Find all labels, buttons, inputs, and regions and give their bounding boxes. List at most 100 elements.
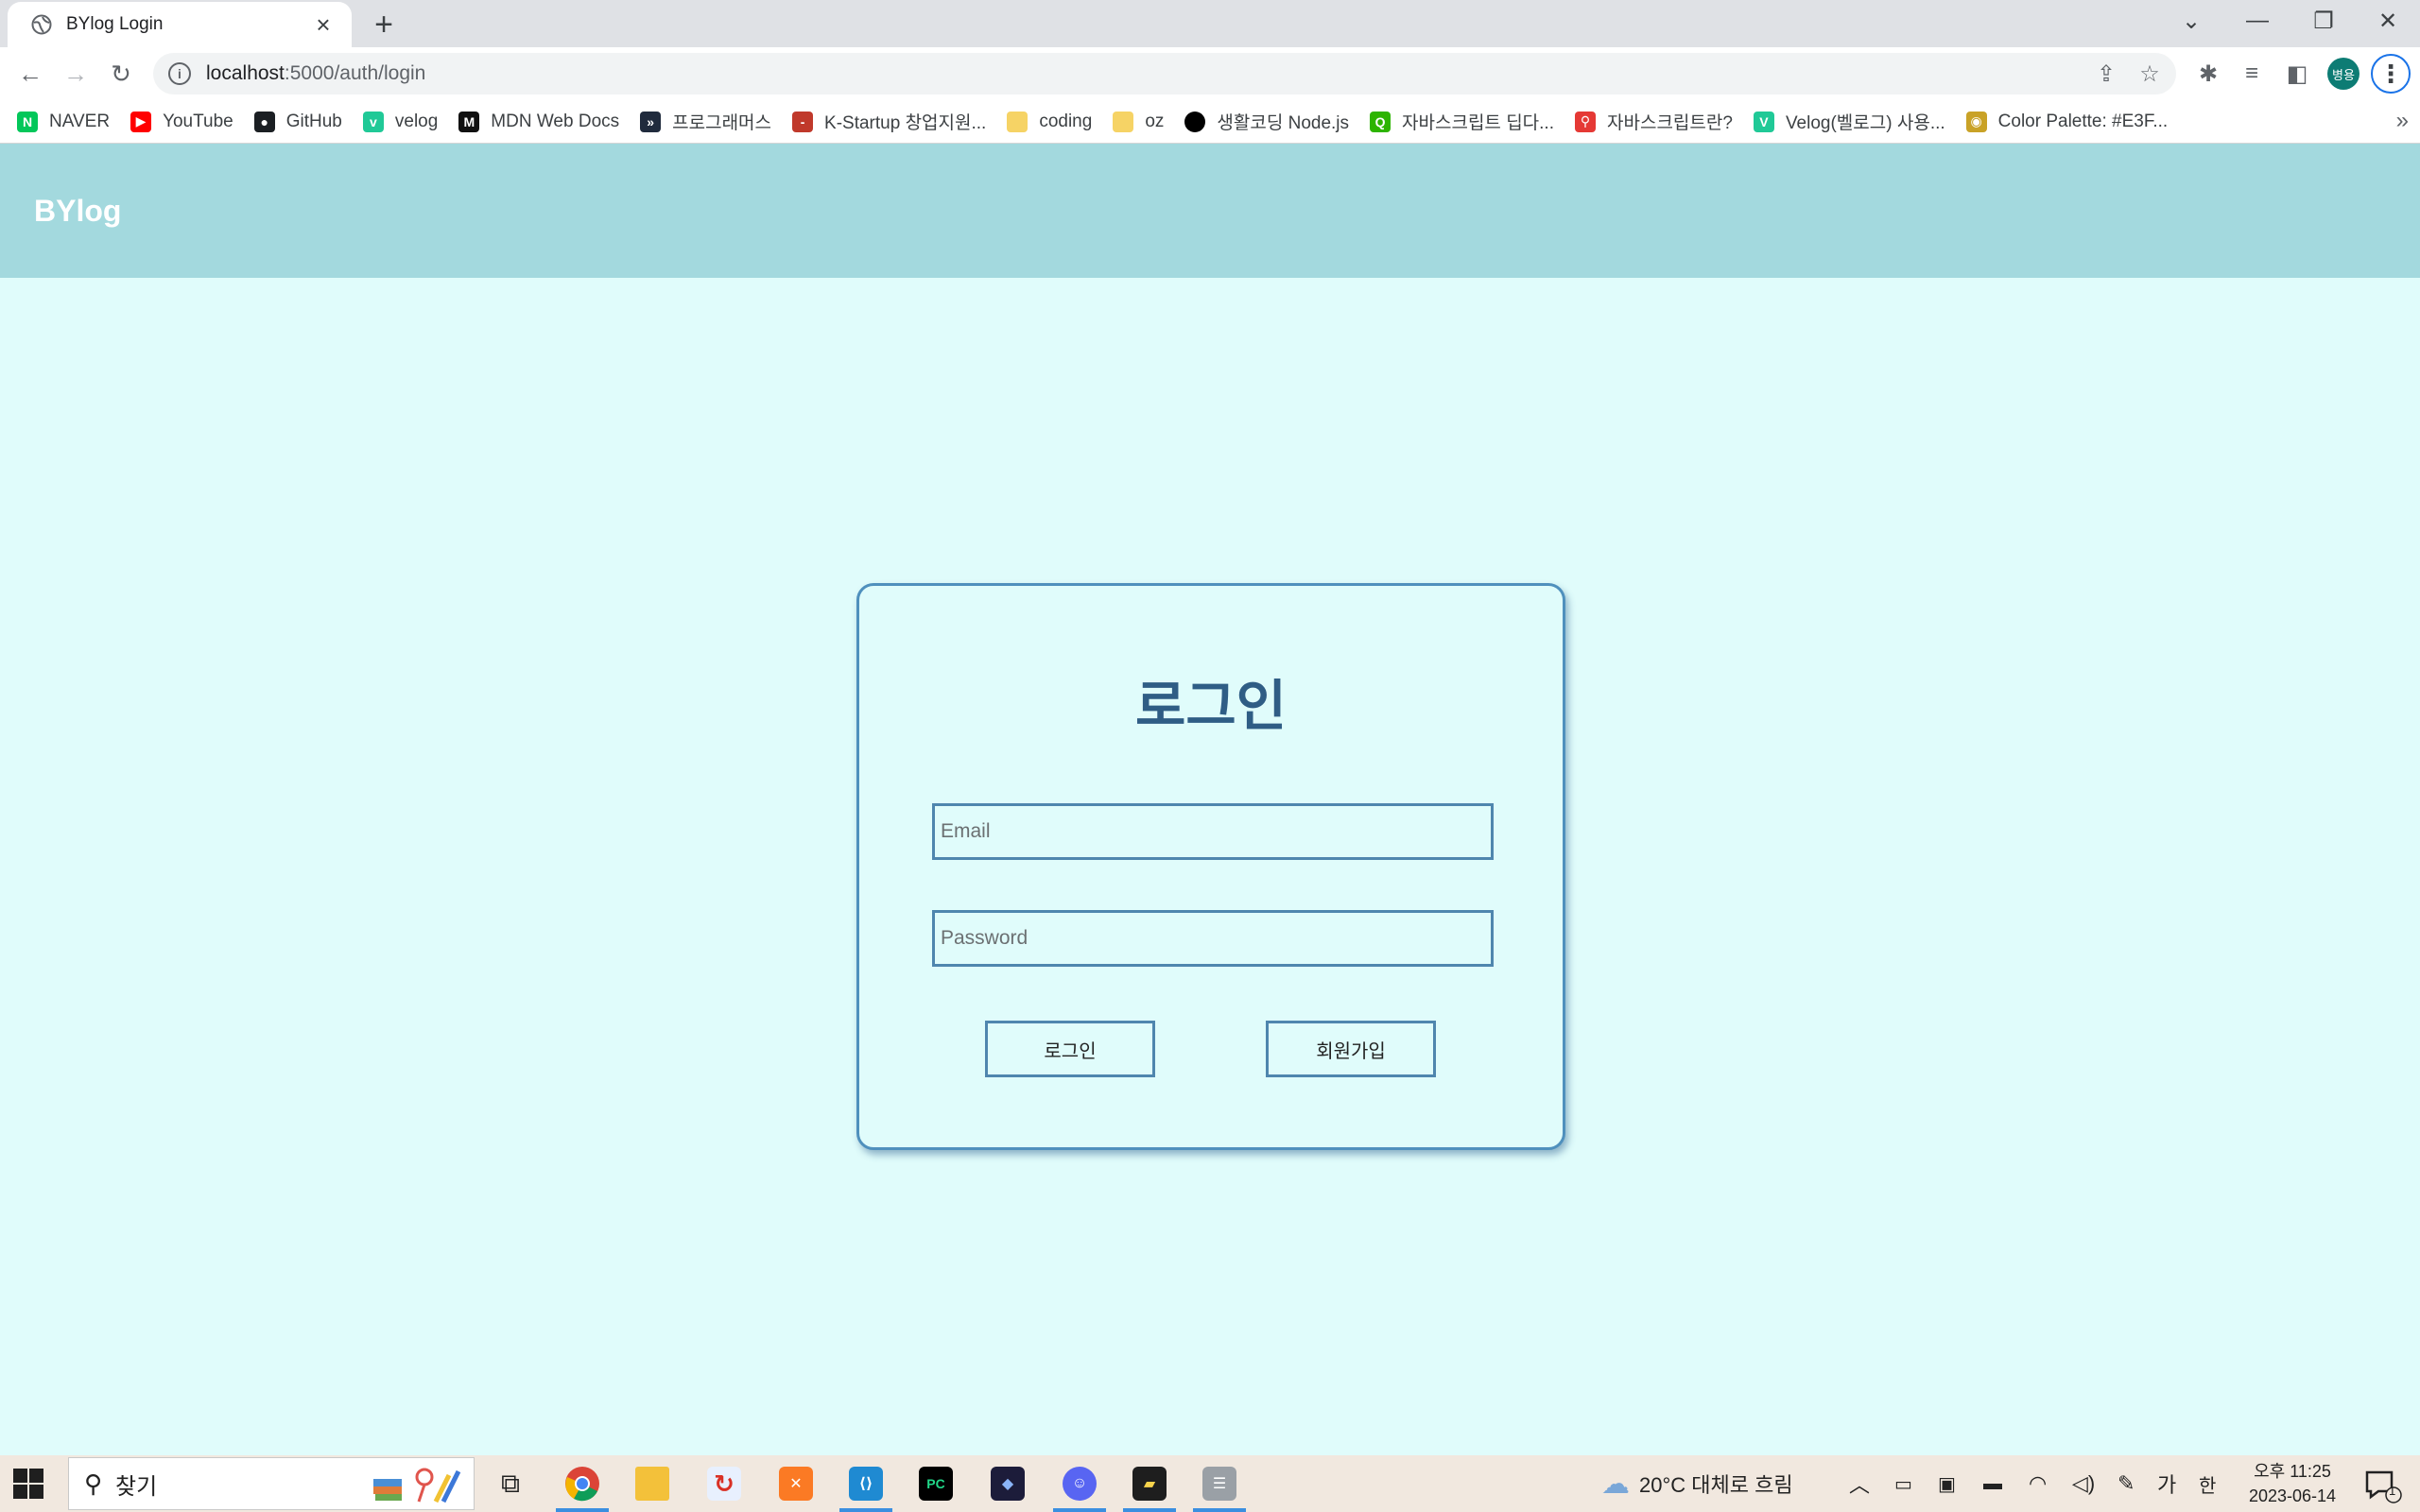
minimize-button[interactable]: — bbox=[2225, 0, 2290, 42]
windows-start-icon[interactable] bbox=[13, 1469, 43, 1499]
password-input[interactable] bbox=[932, 910, 1494, 967]
bookmark-label: 자바스크립트 딥다... bbox=[1402, 113, 1554, 133]
login-form: 로그인 로그인 회원가입 bbox=[856, 583, 1565, 1150]
opentutorials-icon bbox=[1184, 111, 1206, 132]
tower-icon: ⚲ bbox=[1575, 111, 1596, 132]
signup-button[interactable]: 회원가입 bbox=[1266, 1021, 1436, 1077]
chrome-taskbar-icon[interactable] bbox=[554, 1459, 611, 1512]
bookmark-item[interactable]: Q 자바스크립트 딥다... bbox=[1370, 109, 1554, 134]
back-button[interactable]: ← bbox=[13, 57, 47, 91]
side-panel-icon[interactable]: ◧ bbox=[2280, 57, 2314, 91]
notification-center-icon[interactable]: 1 bbox=[2361, 1467, 2403, 1504]
bookmark-label: 생활코딩 Node.js bbox=[1217, 113, 1350, 133]
bookmark-label: Velog(벨로그) 사용... bbox=[1785, 113, 1945, 133]
share-icon[interactable]: ⇪ bbox=[2089, 57, 2123, 91]
volume-icon[interactable]: ◁) bbox=[2072, 1455, 2095, 1512]
ime-mode-indicator[interactable]: 한 bbox=[2199, 1455, 2216, 1512]
database-icon[interactable]: ☰ bbox=[1191, 1459, 1248, 1512]
reload-button[interactable]: ↻ bbox=[104, 57, 138, 91]
folder-icon bbox=[1007, 111, 1028, 132]
bookmark-item[interactable]: oz bbox=[1113, 111, 1165, 132]
bookmark-item[interactable]: v velog bbox=[362, 111, 439, 132]
globe-icon bbox=[28, 11, 55, 38]
notes-app-icon[interactable]: ◆ bbox=[979, 1459, 1036, 1508]
sticky-notes-icon[interactable]: ▰ bbox=[1121, 1459, 1178, 1512]
task-view-icon[interactable]: ⧉ bbox=[482, 1459, 539, 1508]
bookmark-star-icon[interactable]: ☆ bbox=[2133, 57, 2167, 91]
browser-tab-active[interactable]: BYlog Login × bbox=[8, 2, 352, 47]
taskbar-search-box[interactable]: ⚲ 찾기 bbox=[68, 1457, 475, 1510]
velog-icon: v bbox=[362, 111, 384, 132]
folder-icon bbox=[1113, 111, 1134, 132]
site-logo[interactable]: BYlog bbox=[34, 194, 121, 229]
browser-menu-icon[interactable]: ⋮ bbox=[2371, 54, 2411, 94]
extensions-icon[interactable]: ✱ bbox=[2191, 57, 2225, 91]
bookmark-item[interactable]: coding bbox=[1007, 111, 1093, 132]
bookmark-item[interactable]: ▶ YouTube bbox=[130, 111, 233, 132]
clock-date: 2023-06-14 bbox=[2248, 1486, 2337, 1505]
file-explorer-icon[interactable] bbox=[624, 1459, 681, 1508]
bookmark-label: velog bbox=[394, 111, 439, 131]
bookmark-item[interactable]: ◉ Color Palette: #E3F... bbox=[1965, 111, 2169, 132]
restore-button[interactable]: ❐ bbox=[2291, 0, 2356, 42]
meet-now-icon[interactable]: ▭ bbox=[1894, 1455, 1912, 1512]
weather-widget[interactable]: ☁ 20°C 대체로 흐림 bbox=[1601, 1455, 1793, 1512]
bookmark-label: YouTube bbox=[163, 111, 233, 131]
bookmark-label: Color Palette: #E3F... bbox=[1997, 111, 2169, 131]
bookmark-label: GitHub bbox=[285, 111, 342, 131]
discord-icon[interactable]: ☺ bbox=[1051, 1459, 1108, 1512]
weather-text: 20°C 대체로 흐림 bbox=[1639, 1473, 1793, 1497]
show-hidden-icons-chevron-icon[interactable]: ︿ bbox=[1849, 1455, 1870, 1512]
bookmarks-overflow-icon[interactable]: » bbox=[2396, 108, 2409, 134]
pen-icon[interactable]: ✎ bbox=[2118, 1455, 2135, 1512]
vscode-icon[interactable]: ⟨⟩ bbox=[838, 1459, 894, 1512]
palette-icon: ◉ bbox=[1965, 111, 1987, 132]
forward-button[interactable]: → bbox=[59, 57, 93, 91]
app-tray-icon[interactable]: ▣ bbox=[1938, 1455, 1956, 1512]
new-tab-button[interactable]: + bbox=[367, 7, 401, 43]
url-text[interactable]: localhost:5000/auth/login bbox=[206, 62, 425, 85]
media-control-icon[interactable]: ≡ bbox=[2235, 57, 2269, 91]
bookmark-item[interactable]: ● GitHub bbox=[253, 111, 342, 132]
bookmark-item[interactable]: N NAVER bbox=[17, 111, 111, 132]
tab-strip: BYlog Login × + ⌄ — ❐ ✕ bbox=[0, 0, 2420, 47]
sync-app-icon[interactable]: ↻ bbox=[696, 1459, 752, 1508]
clock-time: 오후 11:25 bbox=[2254, 1462, 2331, 1481]
search-highlight-art-icon bbox=[373, 1468, 461, 1503]
bookmark-label: oz bbox=[1145, 111, 1165, 131]
bookmarks-bar: N NAVER ▶ YouTube ● GitHub v velog M MDN Web Docs… bbox=[0, 100, 2420, 144]
wifi-icon[interactable]: ◠ bbox=[2029, 1455, 2047, 1512]
mdn-icon: M bbox=[458, 111, 480, 132]
email-input[interactable] bbox=[932, 803, 1494, 860]
bookmark-item[interactable]: ⚲ 자바스크립트란? bbox=[1575, 109, 1733, 134]
battery-icon[interactable]: ▬ bbox=[1983, 1455, 2002, 1512]
bookmark-label: 프로그래머스 bbox=[672, 113, 772, 133]
profile-avatar[interactable]: 병용 bbox=[2327, 58, 2360, 90]
bookmark-label: 자바스크립트란? bbox=[1607, 113, 1733, 133]
bookmark-item[interactable]: » 프로그래머스 bbox=[640, 109, 771, 134]
close-window-button[interactable]: ✕ bbox=[2356, 0, 2420, 42]
github-icon: ● bbox=[253, 111, 275, 132]
bookmark-label: K-Startup 창업지원... bbox=[824, 113, 987, 133]
search-result-icon: Q bbox=[1370, 111, 1392, 132]
site-info-icon[interactable]: i bbox=[168, 62, 191, 85]
bookmark-item[interactable]: V Velog(벨로그) 사용... bbox=[1753, 109, 1945, 134]
xampp-icon[interactable]: ✕ bbox=[768, 1459, 824, 1508]
bookmark-label: MDN Web Docs bbox=[491, 111, 620, 131]
address-bar[interactable]: i localhost:5000/auth/login bbox=[153, 53, 2176, 94]
bookmark-item[interactable]: M MDN Web Docs bbox=[458, 111, 620, 132]
login-title: 로그인 bbox=[1134, 674, 1288, 738]
bookmark-item[interactable]: - K-Startup 창업지원... bbox=[792, 109, 986, 134]
bookmark-label: coding bbox=[1039, 111, 1093, 131]
tab-close-icon[interactable]: × bbox=[310, 10, 337, 39]
pycharm-icon[interactable]: PC bbox=[908, 1459, 964, 1508]
taskbar-clock[interactable]: 오후 11:25 2023-06-14 bbox=[2240, 1459, 2344, 1508]
bookmark-item[interactable]: 생활코딩 Node.js bbox=[1184, 109, 1349, 134]
ime-language-indicator[interactable]: 가 bbox=[2157, 1455, 2176, 1512]
bookmark-label: NAVER bbox=[49, 111, 111, 131]
tab-search-chevron-icon[interactable]: ⌄ bbox=[2159, 0, 2223, 42]
programmers-icon: » bbox=[640, 111, 662, 132]
tab-title: BYlog Login bbox=[66, 14, 164, 34]
site-header: BYlog bbox=[0, 144, 2420, 278]
login-button[interactable]: 로그인 bbox=[985, 1021, 1155, 1077]
